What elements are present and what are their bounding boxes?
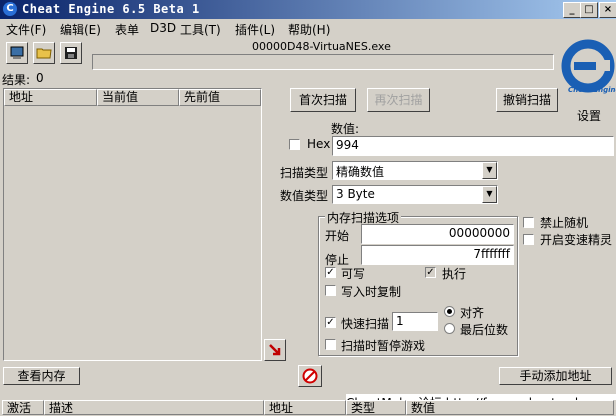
column-previous-value[interactable]: 先前值 [179,89,261,106]
menu-file[interactable]: 文件(F) [6,21,46,38]
value-type-select[interactable]: 3 Byte ▼ [332,185,498,204]
settings-label[interactable]: 设置 [577,107,601,124]
pause-game-label: 扫描时暂停游戏 [341,339,426,353]
stop-address-input[interactable]: 7fffffff [361,245,514,265]
copy-on-write-label: 写入时复制 [341,285,402,299]
menu-tools[interactable]: 工具(T) [180,21,221,38]
window-title: Cheat Engine 6.5 Beta 1 [22,2,200,16]
column-active[interactable]: 激活 [2,400,44,415]
column-value[interactable]: 数值 [406,400,614,415]
hex-checkbox[interactable] [289,139,300,150]
value-label: 数值: [331,122,360,136]
scan-type-select[interactable]: 精确数值 ▼ [332,161,498,180]
column-list-address[interactable]: 地址 [264,400,346,415]
menu-help[interactable]: 帮助(H) [288,21,330,38]
align-label: 对齐 [460,306,485,320]
results-label: 结果: [2,73,31,87]
menu-plugins[interactable]: 插件(L) [235,21,275,38]
add-to-list-button[interactable] [264,339,286,361]
process-name: 00000D48-VirtuaNES.exe [252,40,391,53]
value-type-label: 数值类型 [280,189,329,203]
title-bar: C Cheat Engine 6.5 Beta 1 _ □ × [0,0,616,19]
minimize-button[interactable]: _ [563,2,581,18]
writable-label: 可写 [341,267,366,281]
stop-button[interactable] [298,365,322,387]
hex-label: Hex [307,137,331,151]
floppy-icon [65,47,77,59]
computer-icon [10,46,24,59]
open-file-button[interactable] [33,42,55,64]
value-type-value: 3 Byte [336,187,375,201]
value-input[interactable]: 994 [332,136,614,156]
scan-type-value: 精确数值 [336,165,385,179]
pause-game-checkbox[interactable] [325,339,336,350]
start-label: 开始 [325,229,350,243]
column-type[interactable]: 类型 [346,400,406,415]
fast-scan-checkbox[interactable]: ✓ [325,317,336,328]
last-digits-label: 最后位数 [460,323,509,337]
speedhack-label: 开启变速精灵 [540,233,613,247]
add-address-manually-button[interactable]: 手动添加地址 [499,367,612,385]
found-address-list[interactable]: 地址 当前值 先前值 [3,88,262,361]
folder-icon [36,48,52,59]
menu-table[interactable]: 表单 [115,21,139,38]
fast-scan-alignment-input[interactable]: 1 [392,312,438,331]
speedhack-checkbox[interactable] [523,234,534,245]
no-random-label: 禁止随机 [540,216,589,230]
next-scan-button[interactable]: 再次扫描 [367,88,430,112]
menu-bar: 文件(F) 编辑(E) 表单 D3D 工具(T) 插件(L) 帮助(H) [0,19,616,38]
column-address[interactable]: 地址 [4,89,97,106]
no-random-checkbox[interactable] [523,217,534,228]
first-scan-button[interactable]: 首次扫描 [290,88,356,112]
view-memory-button[interactable]: 查看内存 [3,367,80,385]
chevron-down-icon[interactable]: ▼ [482,186,497,203]
scan-type-label: 扫描类型 [280,166,329,180]
menu-edit[interactable]: 编辑(E) [60,21,101,38]
column-description[interactable]: 描述 [44,400,264,415]
app-icon: C [3,2,17,16]
arrow-down-right-icon [269,344,281,356]
executable-checkbox[interactable]: ✓ [425,267,436,278]
maximize-button[interactable]: □ [580,2,598,18]
align-radio[interactable] [444,306,455,317]
executable-label: 执行 [442,267,467,281]
cheat-engine-logo[interactable]: Cheat Engine [560,38,616,104]
save-button[interactable] [60,42,82,64]
undo-scan-button[interactable]: 撤销扫描 [496,88,558,112]
close-button[interactable]: × [599,2,616,18]
fast-scan-label: 快速扫描 [341,317,390,331]
logo-text: Cheat Engine [568,86,616,94]
writable-checkbox[interactable]: ✓ [325,267,336,278]
start-address-input[interactable]: 00000000 [361,224,514,244]
menu-d3d[interactable]: D3D [150,21,176,35]
chevron-down-icon[interactable]: ▼ [482,162,497,179]
address-list-header: 激活 描述 地址 类型 数值 [0,400,616,415]
no-entry-icon [302,368,318,384]
scan-progress-bar [92,54,554,70]
copy-on-write-checkbox[interactable] [325,285,336,296]
last-digits-radio[interactable] [444,323,455,334]
open-process-button[interactable] [6,42,28,64]
results-count: 0 [36,71,44,85]
column-current-value[interactable]: 当前值 [97,89,179,106]
